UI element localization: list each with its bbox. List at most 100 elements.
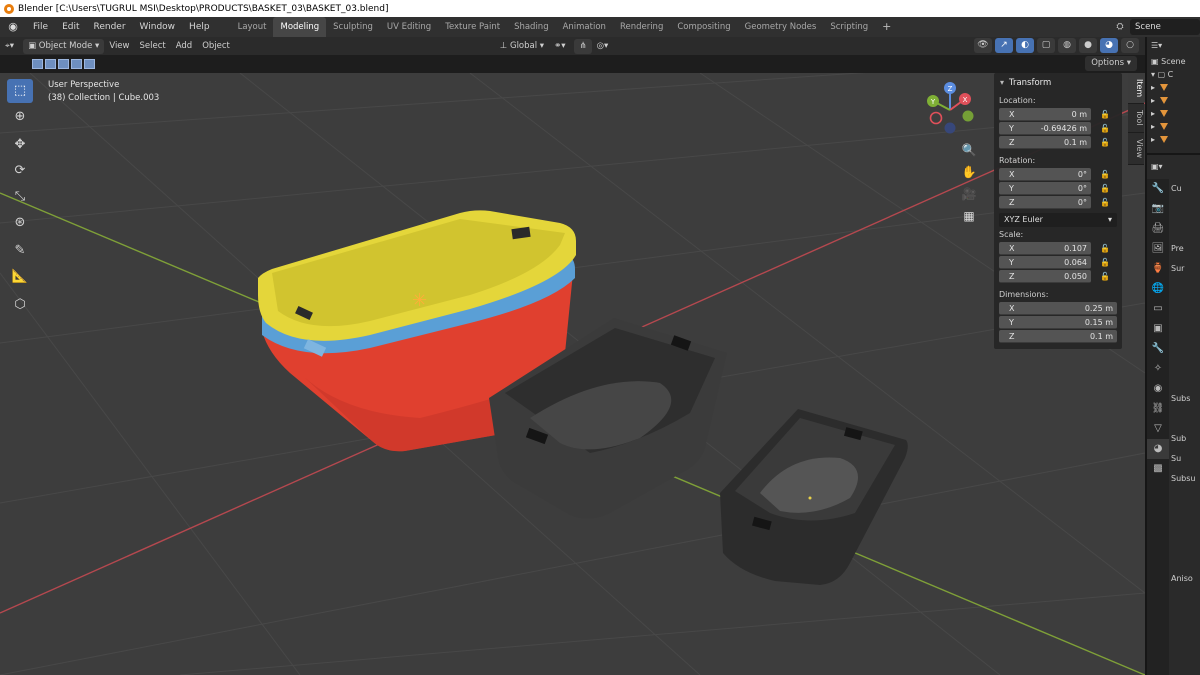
tool-props-icon[interactable]: 🔧	[1147, 179, 1169, 199]
select-box-icon[interactable]: ⬚	[7, 79, 33, 103]
menu-help[interactable]: Help	[182, 17, 217, 37]
menu-window[interactable]: Window	[133, 17, 183, 37]
tab-uv-editing[interactable]: UV Editing	[380, 17, 438, 37]
data-props-icon[interactable]: ▽	[1147, 419, 1169, 439]
menu-view[interactable]: View	[104, 39, 134, 54]
snap-icon[interactable]: ⋔	[574, 38, 592, 54]
menu-render[interactable]: Render	[87, 17, 133, 37]
shading-material-icon[interactable]: ◕	[1100, 38, 1118, 53]
shading-wireframe-icon[interactable]: ◍	[1058, 38, 1076, 53]
cursor-icon[interactable]: ⊕	[7, 105, 33, 129]
xray-icon[interactable]: ▢	[1037, 38, 1055, 53]
outliner-collection-row[interactable]: ▾ ▢ C	[1147, 68, 1200, 81]
lock-icon[interactable]: 🔓	[1100, 124, 1110, 133]
lock-icon[interactable]: 🔓	[1100, 170, 1110, 179]
prop-line[interactable]: Sur	[1171, 259, 1200, 279]
tab-geometry-nodes[interactable]: Geometry Nodes	[738, 17, 824, 37]
menu-edit[interactable]: Edit	[55, 17, 86, 37]
tab-modeling[interactable]: Modeling	[273, 17, 327, 37]
overlay-toggle-icon[interactable]: ◐	[1016, 38, 1034, 53]
select-extend-icon[interactable]	[45, 59, 56, 69]
3d-viewport[interactable]: ✳ User Perspective (38) Collection | Cub…	[0, 73, 1145, 675]
options-dropdown[interactable]: Options ▾	[1085, 56, 1137, 71]
orientation-dropdown[interactable]: ⊥ Global ▾	[495, 39, 549, 54]
gizmo-toggle-icon[interactable]: ↗	[995, 38, 1013, 53]
outliner-object-row[interactable]: ▸	[1147, 81, 1200, 94]
material-props-icon[interactable]: ◕	[1147, 439, 1169, 459]
collection-props-icon[interactable]: ▭	[1147, 299, 1169, 319]
outliner[interactable]: ☰▾ ▣ Scene ▾ ▢ C ▸ ▸ ▸ ▸ ▸	[1147, 37, 1200, 155]
prop-line[interactable]: Subsu	[1171, 469, 1200, 489]
location-y-field[interactable]: Y -0.69426 m	[999, 121, 1091, 135]
outliner-object-row[interactable]: ▸	[1147, 94, 1200, 107]
tab-layout[interactable]: Layout	[231, 17, 274, 37]
dimensions-x-field[interactable]: X 0.25 m	[999, 301, 1117, 315]
measure-icon[interactable]: 📐	[7, 265, 33, 289]
world-props-icon[interactable]: 🌐	[1147, 279, 1169, 299]
proportional-edit-icon[interactable]: ◎▾	[592, 39, 614, 54]
select-intersect-icon[interactable]	[84, 59, 95, 69]
add-workspace-icon[interactable]: +	[875, 17, 898, 37]
tab-shading[interactable]: Shading	[507, 17, 556, 37]
tab-view[interactable]: View	[1128, 133, 1144, 165]
transform-panel-header[interactable]: ▾ Transform	[994, 73, 1122, 93]
pan-hand-icon[interactable]: ✋	[958, 161, 980, 183]
particles-icon[interactable]: ✧	[1147, 359, 1169, 379]
zoom-icon[interactable]: 🔍	[958, 139, 980, 161]
perspective-grid-icon[interactable]: ▦	[958, 205, 980, 227]
lock-icon[interactable]: 🔓	[1100, 258, 1110, 267]
physics-icon[interactable]: ◉	[1147, 379, 1169, 399]
outliner-object-row[interactable]: ▸	[1147, 133, 1200, 146]
prop-line[interactable]: Subs	[1171, 389, 1200, 409]
scale-y-field[interactable]: Y 0.064	[999, 255, 1091, 269]
dimensions-y-field[interactable]: Y 0.15 m	[999, 315, 1117, 329]
location-x-field[interactable]: X0 m	[999, 107, 1091, 121]
select-subtract-icon[interactable]	[58, 59, 69, 69]
texture-props-icon[interactable]: ▩	[1147, 459, 1169, 479]
tab-scripting[interactable]: Scripting	[823, 17, 875, 37]
navigation-gizmo[interactable]: Z X Y	[920, 80, 980, 140]
constraints-icon[interactable]: ⛓	[1147, 399, 1169, 419]
prop-line[interactable]: Su	[1171, 449, 1200, 469]
menu-select[interactable]: Select	[134, 39, 170, 54]
prop-line[interactable]: Aniso	[1171, 569, 1200, 589]
outliner-scene-row[interactable]: ▣ Scene	[1147, 55, 1200, 68]
menu-object[interactable]: Object	[197, 39, 235, 54]
view-layer-icon[interactable]: 🖼	[1147, 239, 1169, 259]
rotate-icon[interactable]: ⟳	[7, 159, 33, 183]
lock-icon[interactable]: 🔓	[1100, 138, 1110, 147]
transform-icon[interactable]: ⊛	[7, 211, 33, 235]
scale-x-field[interactable]: X 0.107	[999, 241, 1091, 255]
dimensions-z-field[interactable]: Z 0.1 m	[999, 329, 1117, 343]
scene-props-icon[interactable]: 🏺	[1147, 259, 1169, 279]
pivot-icon[interactable]: ⚭▾	[549, 39, 570, 54]
location-z-field[interactable]: Z 0.1 m	[999, 135, 1091, 149]
tab-animation[interactable]: Animation	[556, 17, 613, 37]
basket-dark-front[interactable]	[720, 409, 908, 585]
scene-name-field[interactable]: Scene	[1130, 19, 1200, 35]
rotation-x-field[interactable]: X 0°	[999, 167, 1091, 181]
visibility-icon[interactable]: 👁	[974, 38, 992, 53]
prop-line[interactable]: Sub	[1171, 429, 1200, 449]
shading-rendered-icon[interactable]: ○	[1121, 38, 1139, 53]
tab-compositing[interactable]: Compositing	[670, 17, 737, 37]
camera-icon[interactable]: 🎥	[958, 183, 980, 205]
lock-icon[interactable]: 🔓	[1100, 184, 1110, 193]
lock-icon[interactable]: 🔓	[1100, 272, 1110, 281]
scale-z-field[interactable]: Z 0.050	[999, 269, 1091, 283]
lock-icon[interactable]: 🔓	[1100, 198, 1110, 207]
menu-file[interactable]: File	[26, 17, 55, 37]
tab-item[interactable]: Item	[1128, 73, 1144, 105]
render-props-icon[interactable]: 📷	[1147, 199, 1169, 219]
tab-rendering[interactable]: Rendering	[613, 17, 670, 37]
output-props-icon[interactable]: 🖨	[1147, 219, 1169, 239]
prop-line[interactable]: Pre	[1171, 239, 1200, 259]
tab-tool[interactable]: Tool	[1128, 104, 1144, 133]
select-new-icon[interactable]	[32, 59, 43, 69]
blender-logo-icon[interactable]: ◉	[6, 20, 20, 34]
lock-icon[interactable]: 🔓	[1100, 244, 1110, 253]
outliner-object-row[interactable]: ▸	[1147, 120, 1200, 133]
shading-solid-icon[interactable]: ●	[1079, 38, 1097, 53]
outliner-object-row[interactable]: ▸	[1147, 107, 1200, 120]
rotation-mode-select[interactable]: XYZ Euler ▾	[999, 213, 1117, 227]
